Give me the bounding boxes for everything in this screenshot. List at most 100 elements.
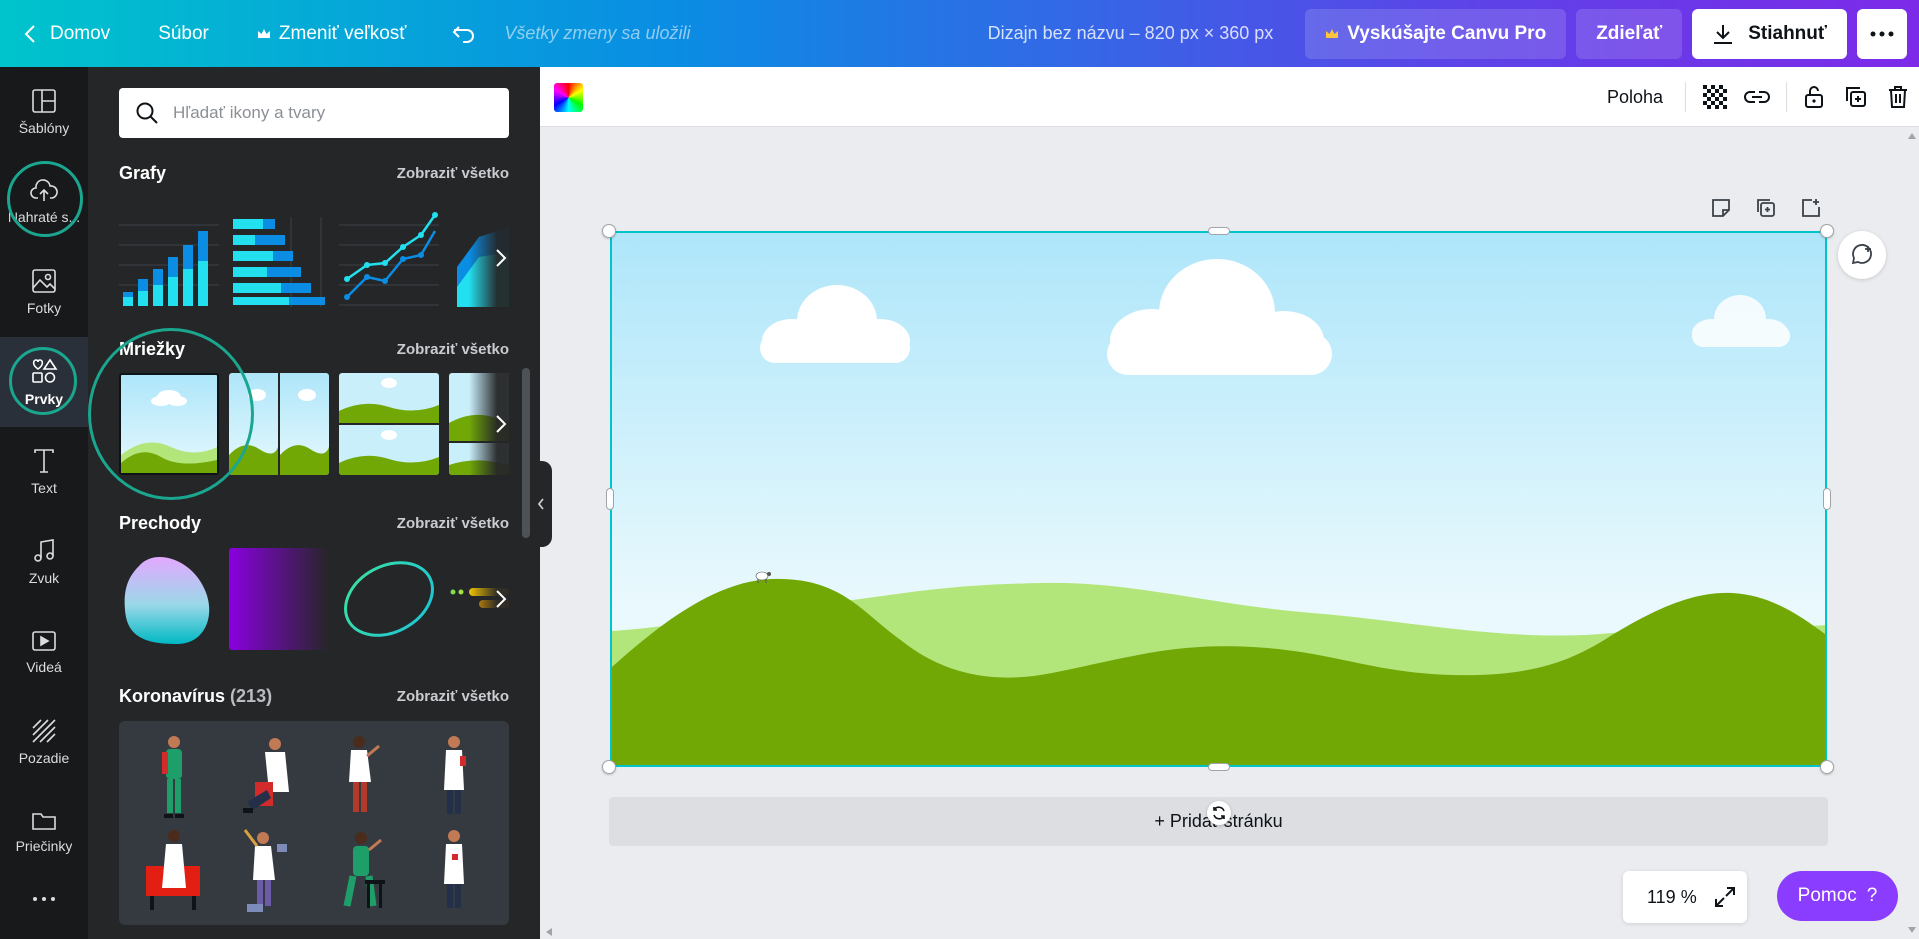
rail-item-background[interactable]: Pozadie [0, 697, 88, 787]
rail-more-button[interactable] [0, 879, 88, 919]
undo-button[interactable] [430, 0, 490, 67]
duplicate-icon [1846, 87, 1866, 107]
resize-handle-left[interactable] [606, 488, 614, 510]
doctor-figure-3[interactable] [331, 732, 391, 820]
left-rail: Šablóny Nahraté s... Fotky Prvky Text Zv… [0, 67, 88, 939]
grid-single-thumb[interactable] [119, 373, 219, 475]
resize-handle-top[interactable] [1208, 227, 1230, 235]
comment-button[interactable] [1838, 231, 1886, 279]
share-button[interactable]: Zdieľať [1576, 8, 1683, 59]
charts-show-all[interactable]: Zobraziť všetko [397, 165, 509, 182]
resize-handle-bottom-right[interactable] [1820, 760, 1834, 774]
panel-scrollbar[interactable] [522, 368, 530, 538]
page-add-button[interactable] [1796, 193, 1826, 223]
doctor-figure-7[interactable] [331, 826, 391, 914]
grid-two-rows-thumb[interactable] [339, 373, 439, 475]
resize-handle-top-left[interactable] [602, 224, 616, 238]
resize-handle-top-right[interactable] [1820, 224, 1834, 238]
rail-item-uploads[interactable]: Nahraté s... [0, 157, 88, 247]
more-button[interactable] [1857, 8, 1907, 59]
fullscreen-button[interactable] [1703, 886, 1747, 908]
charts-title: Grafy [119, 163, 167, 183]
corona-title-text: Koronavírus [119, 686, 226, 706]
search-input[interactable] [173, 103, 493, 123]
rail-item-photos[interactable]: Fotky [0, 247, 88, 337]
download-label: Stiahnuť [1748, 22, 1827, 44]
photo-icon [32, 269, 56, 293]
collapse-panel-button[interactable] [530, 461, 552, 547]
download-button[interactable]: Stiahnuť [1692, 8, 1847, 59]
resize-handle-bottom[interactable] [1208, 763, 1230, 771]
design-page[interactable] [610, 231, 1827, 767]
help-question-icon: ? [1866, 885, 1878, 906]
resize-handle-right[interactable] [1823, 488, 1831, 510]
grid-two-columns-graphic [229, 373, 329, 475]
rotate-icon [1213, 806, 1225, 820]
grids-header: Mriežky Zobraziť všetko [119, 339, 509, 360]
page-duplicate-button[interactable] [1751, 193, 1781, 223]
page-notes-button[interactable] [1706, 193, 1736, 223]
rotate-handle[interactable] [1207, 801, 1231, 825]
undo-icon [452, 25, 475, 43]
doctor-figure-8[interactable] [424, 826, 484, 914]
try-pro-button[interactable]: Vyskúšajte Canvu Pro [1305, 8, 1567, 59]
rail-label: Nahraté s... [7, 209, 81, 225]
more-horizontal-icon [33, 897, 55, 901]
lock-button[interactable] [1793, 67, 1835, 127]
rail-item-templates[interactable]: Šablóny [0, 67, 88, 157]
try-pro-label: Vyskúšajte Canvu Pro [1347, 22, 1547, 44]
gradient-blob-thumb[interactable] [119, 548, 219, 650]
grids-show-all[interactable]: Zobraziť všetko [397, 341, 509, 358]
transparency-button[interactable] [1694, 67, 1736, 127]
more-horizontal-icon [1870, 31, 1894, 36]
charts-next-button[interactable] [469, 207, 509, 309]
doctor-figure-1[interactable] [144, 732, 204, 820]
top-bar: Domov Súbor Zmeniť veľkosť Všetky zmeny … [0, 0, 1919, 67]
corona-show-all[interactable]: Zobraziť všetko [397, 688, 509, 705]
search-box[interactable] [119, 88, 509, 138]
rail-item-videos[interactable]: Videá [0, 607, 88, 697]
file-menu[interactable]: Súbor [134, 0, 233, 67]
help-button[interactable]: Pomoc ? [1777, 871, 1898, 921]
rail-item-elements[interactable]: Prvky [0, 337, 88, 427]
rail-item-text[interactable]: Text [0, 427, 88, 517]
resize-button[interactable]: Zmeniť veľkosť [233, 0, 431, 67]
doctor-figure-4[interactable] [424, 732, 484, 820]
link-icon [1744, 91, 1770, 103]
grids-next-button[interactable] [469, 373, 509, 475]
text-icon [34, 449, 54, 473]
rail-label: Priečinky [15, 838, 73, 854]
chart-bar-thumb[interactable] [119, 207, 219, 309]
trash-icon [1889, 86, 1907, 108]
toolbar-divider [1786, 82, 1787, 112]
help-label: Pomoc [1797, 885, 1857, 906]
gradient-ring-thumb[interactable] [339, 548, 439, 650]
gradients-show-all[interactable]: Zobraziť všetko [397, 515, 509, 532]
corona-count: (213) [230, 686, 273, 706]
grid-two-columns-thumb[interactable] [229, 373, 329, 475]
chart-hbar-thumb[interactable] [229, 207, 329, 309]
resize-handle-bottom-left[interactable] [602, 760, 616, 774]
doctor-figure-5[interactable] [144, 826, 204, 914]
chevron-right-icon [496, 415, 507, 433]
rail-item-folders[interactable]: Priečinky [0, 787, 88, 877]
doctor-figure-2[interactable] [237, 732, 297, 820]
duplicate-button[interactable] [1835, 67, 1877, 127]
rail-item-audio[interactable]: Zvuk [0, 517, 88, 607]
rail-label: Fotky [26, 300, 62, 316]
chart-line-thumb[interactable] [339, 207, 439, 309]
canvas-horizontal-scrollbar[interactable] [540, 925, 1905, 939]
color-picker-button[interactable] [554, 83, 583, 112]
delete-button[interactable] [1877, 67, 1919, 127]
canvas-vertical-scrollbar[interactable] [1905, 127, 1919, 939]
zoom-level[interactable]: 119 % [1623, 887, 1703, 908]
home-button[interactable]: Domov [0, 0, 134, 67]
video-icon [32, 631, 56, 651]
gradient-rect-thumb[interactable] [229, 548, 329, 650]
resize-label: Zmeniť veľkosť [278, 22, 407, 44]
design-title[interactable]: Dizajn bez názvu – 820 px × 360 px [988, 23, 1306, 44]
gradients-next-button[interactable] [469, 548, 509, 650]
position-button[interactable]: Poloha [1585, 87, 1685, 108]
doctor-figure-6[interactable] [237, 826, 297, 914]
link-button[interactable] [1736, 67, 1778, 127]
